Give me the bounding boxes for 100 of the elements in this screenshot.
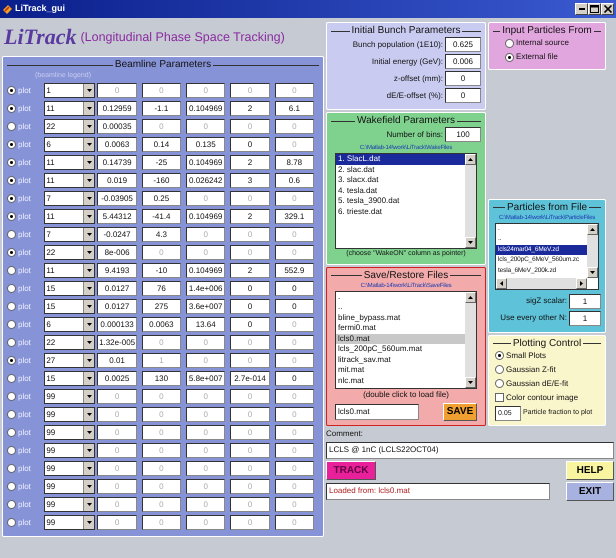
input-field[interactable]: 0 <box>274 371 314 386</box>
file-list[interactable]: 1. SlacL.dat 2. slac.dat 3. slacx.dat 4. tesla.dat 5. tesla_3900.dat 6. trieste.dat <box>335 153 477 249</box>
radio-button[interactable] <box>7 248 16 257</box>
radio-button[interactable] <box>7 230 16 239</box>
input-field[interactable]: 100 <box>445 127 481 142</box>
input-field[interactable]: 0 <box>230 137 270 152</box>
input-field[interactable]: 0.25 <box>142 191 182 206</box>
dropdown[interactable]: 15 <box>44 299 96 314</box>
help-button[interactable]: HELP <box>566 460 614 480</box>
input-field[interactable]: 76 <box>142 281 182 296</box>
dropdown[interactable]: 7 <box>44 227 96 242</box>
input-field[interactable]: 0 <box>274 299 314 314</box>
input-field[interactable]: 0 <box>230 317 270 332</box>
dropdown[interactable]: 6 <box>44 317 96 332</box>
dropdown[interactable]: 99 <box>44 497 96 512</box>
input-field[interactable]: 0.104969 <box>186 209 226 224</box>
dropdown[interactable]: 11 <box>44 263 96 278</box>
input-field[interactable]: 0.01 <box>97 353 137 368</box>
input-field[interactable]: 2 <box>230 101 270 116</box>
radio-button[interactable] <box>495 365 504 374</box>
input-field[interactable]: 552.9 <box>274 263 314 278</box>
input-field[interactable]: -0.0247 <box>97 227 137 242</box>
dropdown[interactable]: 11 <box>44 173 96 188</box>
exit-button[interactable]: EXIT <box>566 482 614 500</box>
input-field[interactable]: 1 <box>569 310 601 326</box>
input-field[interactable]: 0.104969 <box>186 101 226 116</box>
minimize-button[interactable] <box>575 3 588 15</box>
list-item[interactable]: nlc.mat <box>336 376 465 386</box>
list-item[interactable]: lcls_200pC_560um.mat <box>336 344 465 354</box>
dropdown[interactable]: 11 <box>44 209 96 224</box>
radio-button[interactable] <box>7 428 16 437</box>
input-field[interactable]: 0.026242 <box>186 173 226 188</box>
list-item[interactable]: .. <box>336 302 465 312</box>
dropdown[interactable]: 15 <box>44 281 96 296</box>
file-list[interactable]: . .. bline_bypass.mat fermi0.mat lcls0.mat lcls_200pC_560um.mat litrack_sav.mat mit.mat nlc.mat <box>335 290 477 388</box>
dropdown[interactable]: 99 <box>44 425 96 440</box>
input-field[interactable]: -10 <box>142 263 182 278</box>
input-field[interactable]: 0.6 <box>274 173 314 188</box>
input-field[interactable]: 0.006 <box>445 54 481 69</box>
dropdown[interactable]: 99 <box>44 461 96 476</box>
input-field[interactable]: -160 <box>142 173 182 188</box>
dropdown[interactable]: 11 <box>44 101 96 116</box>
radio-button[interactable] <box>495 351 504 360</box>
dropdown[interactable]: 1 <box>44 83 96 98</box>
radio-button[interactable] <box>7 212 16 221</box>
dropdown[interactable]: 99 <box>44 515 96 530</box>
input-field[interactable]: 0 <box>274 281 314 296</box>
list-item[interactable]: . <box>336 292 465 302</box>
input-field[interactable]: lcls0.mat <box>335 404 419 420</box>
list-item[interactable]: mit.mat <box>336 365 465 376</box>
radio-button[interactable] <box>7 518 16 527</box>
radio-button[interactable] <box>505 52 514 62</box>
radio-button[interactable] <box>7 284 16 293</box>
radio-button[interactable] <box>7 356 16 365</box>
list-item[interactable]: 4. tesla.dat <box>336 186 465 196</box>
dropdown[interactable]: 99 <box>44 443 96 458</box>
radio-button[interactable] <box>7 158 16 167</box>
input-field[interactable]: 5.8e+007 <box>186 371 226 386</box>
input-field[interactable]: 0.000133 <box>97 317 137 332</box>
list-item[interactable]: 5. tesla_3900.dat <box>336 196 465 206</box>
input-field[interactable]: 1 <box>569 294 601 308</box>
input-field[interactable]: 1.32e-005 <box>97 335 137 350</box>
list-item[interactable]: bline_bypass.mat <box>336 312 465 323</box>
input-field[interactable]: -41.4 <box>142 209 182 224</box>
input-field[interactable]: 0.104969 <box>186 263 226 278</box>
dropdown[interactable]: 11 <box>44 155 96 170</box>
input-field[interactable]: 0.0127 <box>97 299 137 314</box>
input-field[interactable]: 1.4e+006 <box>186 281 226 296</box>
input-field[interactable]: 2 <box>230 209 270 224</box>
input-field[interactable]: 0 <box>230 299 270 314</box>
radio-button[interactable] <box>7 176 16 185</box>
dropdown[interactable]: 15 <box>44 371 96 386</box>
radio-button[interactable] <box>7 266 16 275</box>
radio-button[interactable] <box>7 104 16 113</box>
input-field[interactable]: 9.4193 <box>97 263 137 278</box>
scrollbar[interactable] <box>465 292 476 388</box>
list-item[interactable]: fermi0.mat <box>336 323 465 334</box>
dropdown[interactable]: 22 <box>44 245 96 260</box>
radio-button[interactable] <box>7 194 16 203</box>
dropdown[interactable]: 99 <box>44 389 96 404</box>
dropdown[interactable]: 6 <box>44 137 96 152</box>
input-field[interactable]: 0.0063 <box>142 317 182 332</box>
radio-button[interactable] <box>495 379 504 388</box>
list-item[interactable]: 2. slac.dat <box>336 164 465 175</box>
input-field[interactable]: 0.104969 <box>186 155 226 170</box>
radio-button[interactable] <box>7 86 16 95</box>
input-field[interactable]: 8.78 <box>274 155 314 170</box>
dropdown[interactable]: 99 <box>44 407 96 422</box>
input-field[interactable]: 0.625 <box>445 37 481 52</box>
input-field[interactable]: 0 <box>445 88 481 103</box>
input-field[interactable]: 0.14739 <box>97 155 137 170</box>
input-field[interactable]: 0.12959 <box>97 101 137 116</box>
input-field[interactable]: 0.0063 <box>97 137 137 152</box>
radio-button[interactable] <box>7 320 16 329</box>
input-field[interactable]: 8e-006 <box>97 245 137 260</box>
input-field[interactable]: 3 <box>230 173 270 188</box>
input-field[interactable]: 2 <box>230 263 270 278</box>
radio-button[interactable] <box>7 140 16 149</box>
checkbox[interactable] <box>495 393 504 402</box>
input-field[interactable]: 5.44312 <box>97 209 137 224</box>
